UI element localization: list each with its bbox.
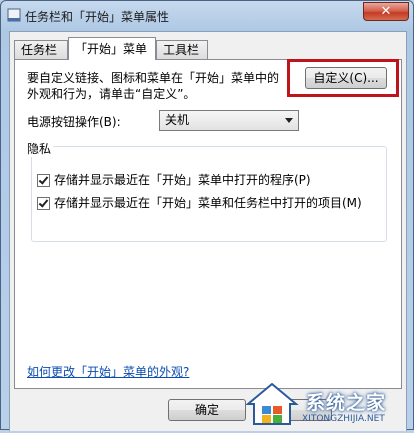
watermark-logo: 系统之家 XITONGZHIJIA.NET — [242, 374, 414, 430]
privacy-group-title: 隐私 — [25, 140, 54, 157]
tab-toolbars[interactable]: 工具栏 — [156, 40, 208, 59]
privacy-option-recent-programs[interactable]: 存储并显示最近在「开始」菜单中打开的程序(P) — [37, 172, 311, 188]
customize-button[interactable]: 自定义(C)... — [305, 67, 387, 89]
privacy-option-recent-items[interactable]: 存储并显示最近在「开始」菜单和任务栏中打开的项目(M) — [37, 195, 362, 211]
customize-description: 要自定义链接、图标和菜单在「开始」菜单中的 外观和行为，请单击“自定义”。 — [27, 70, 297, 102]
watermark-text: 系统之家 — [306, 392, 387, 414]
close-button[interactable]: ✕ — [363, 2, 409, 21]
help-link[interactable]: 如何更改「开始」菜单的外观? — [27, 363, 189, 380]
privacy-group — [31, 146, 387, 242]
title-bar[interactable]: 任务栏和「开始」菜单属性 ✕ — [1, 1, 414, 31]
checkbox-checked-icon[interactable] — [37, 174, 50, 187]
close-icon: ✕ — [380, 4, 392, 19]
power-button-label: 电源按钮操作(B): — [27, 115, 121, 129]
description-line-1: 要自定义链接、图标和菜单在「开始」菜单中的 — [27, 71, 280, 85]
dialog-client: 任务栏 「开始」菜单 工具栏 要自定义链接、图标和菜单在「开始」菜单中的 外观和… — [9, 31, 407, 431]
properties-window: 任务栏和「开始」菜单属性 ✕ 任务栏 「开始」菜单 工具栏 要自定义链接、图标和… — [0, 0, 414, 431]
power-action-value: 关机 — [165, 113, 190, 127]
privacy-option-label: 存储并显示最近在「开始」菜单中打开的程序(P) — [54, 173, 311, 187]
house-logo-icon — [245, 382, 299, 425]
watermark-subtext: XITONGZHIJIA.NET — [302, 414, 385, 424]
ok-button[interactable]: 确定 — [168, 399, 246, 421]
window-title: 任务栏和「开始」菜单属性 — [25, 10, 170, 24]
chevron-down-icon — [285, 118, 293, 123]
tab-start-menu[interactable]: 「开始」菜单 — [68, 37, 156, 60]
privacy-option-label: 存储并显示最近在「开始」菜单和任务栏中打开的项目(M) — [54, 196, 362, 210]
power-action-select[interactable]: 关机 — [159, 110, 299, 131]
description-line-2: 外观和行为，请单击“自定义”。 — [27, 87, 196, 101]
taskbar-icon — [7, 8, 21, 22]
tab-taskbar[interactable]: 任务栏 — [14, 40, 68, 59]
start-menu-panel: 要自定义链接、图标和菜单在「开始」菜单中的 外观和行为，请单击“自定义”。 自定… — [14, 59, 402, 389]
checkbox-checked-icon[interactable] — [37, 197, 50, 210]
